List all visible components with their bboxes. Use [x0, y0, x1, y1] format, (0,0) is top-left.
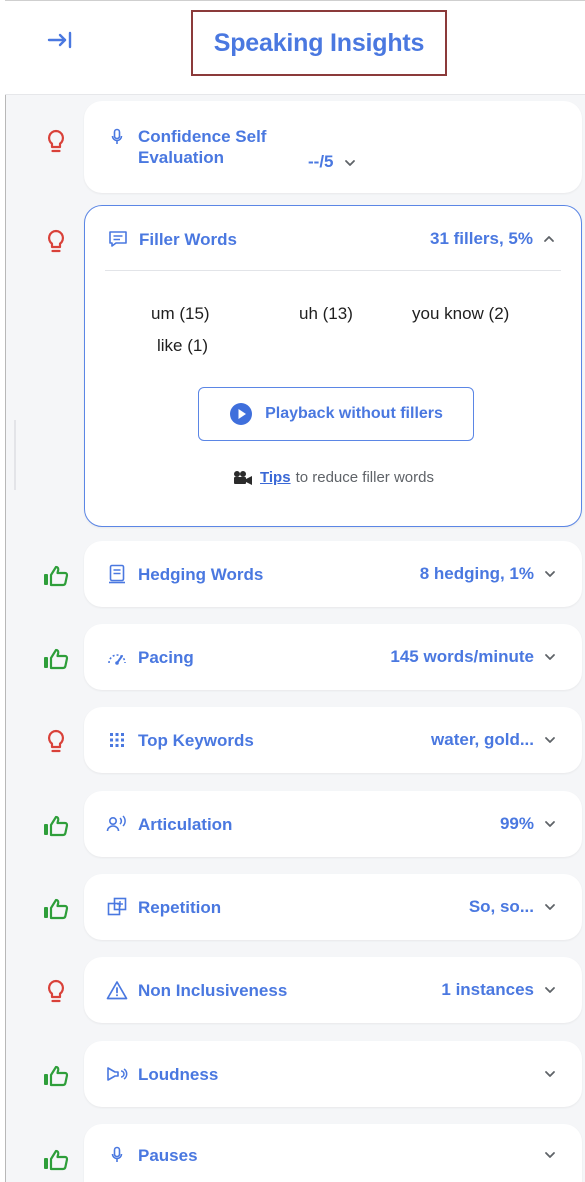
insight-header-repetition[interactable]: Repetition So, so...	[84, 874, 582, 940]
insight-header-confidence[interactable]: Confidence Self Evaluation --/5	[84, 101, 582, 193]
insight-card-non-inclusiveness: Non Inclusiveness 1 instances	[84, 957, 582, 1023]
insight-label: Top Keywords	[138, 730, 254, 750]
insight-header-top-keywords[interactable]: Top Keywords water, gold...	[84, 707, 582, 773]
insight-card-pacing: Pacing 145 words/minute	[84, 624, 582, 690]
warning-icon	[106, 979, 128, 1001]
insight-value: So, so...	[468, 897, 534, 916]
insight-header-non-inclusiveness[interactable]: Non Inclusiveness 1 instances	[84, 957, 582, 1023]
insight-header-loudness[interactable]: Loudness	[84, 1041, 582, 1107]
play-circle-icon	[230, 403, 253, 425]
insight-label: Pacing	[138, 647, 194, 667]
insight-label: Repetition	[138, 897, 222, 917]
filler-word-item: you know (2)	[412, 304, 510, 323]
filler-word-item: um (15)	[151, 304, 210, 323]
microphone-icon	[106, 1144, 128, 1166]
filler-word-item: uh (13)	[299, 304, 353, 323]
insight-value: 145 words/minute	[390, 647, 534, 666]
tips-link[interactable]: Tips	[260, 469, 291, 486]
repeat-squares-icon	[106, 896, 128, 918]
thumbs-up-icon	[42, 812, 70, 840]
insight-label: Non Inclusiveness	[138, 980, 288, 1000]
insight-card-loudness: Loudness	[84, 1041, 582, 1107]
chevron-up-icon	[544, 236, 554, 242]
insight-value: --/5	[308, 152, 334, 171]
chevron-down-icon	[545, 987, 555, 993]
insight-label: Filler Words	[139, 229, 237, 249]
speedometer-icon	[106, 646, 128, 668]
video-camera-icon	[234, 470, 252, 485]
tip-lightbulb-icon	[42, 978, 70, 1006]
insight-header-pauses[interactable]: Pauses	[84, 1124, 582, 1182]
insight-header-hedging-words[interactable]: Hedging Words 8 hedging, 1%	[84, 541, 582, 607]
megaphone-icon	[106, 1063, 128, 1085]
side-rule	[14, 420, 16, 490]
thumbs-up-icon	[42, 1062, 70, 1090]
chevron-down-icon	[545, 1152, 555, 1158]
thumbs-up-icon	[42, 895, 70, 923]
tips-row: Tips to reduce filler words	[85, 469, 581, 486]
thumbs-up-icon	[42, 645, 70, 673]
insight-label: Confidence Self Evaluation	[138, 127, 267, 167]
insight-value: 8 hedging, 1%	[419, 564, 534, 583]
playback-label: Playback without fillers	[265, 405, 443, 422]
insight-header-pacing[interactable]: Pacing 145 words/minute	[84, 624, 582, 690]
thumbs-up-icon	[42, 1146, 70, 1174]
page-title: Speaking Insights	[213, 28, 425, 57]
thumbs-up-icon	[42, 562, 70, 590]
insight-card-hedging-words: Hedging Words 8 hedging, 1%	[84, 541, 582, 607]
insight-card-top-keywords: Top Keywords water, gold...	[84, 707, 582, 773]
insight-label: Loudness	[138, 1064, 219, 1084]
filler-word-item: like (1)	[157, 336, 209, 355]
microphone-icon	[106, 126, 128, 148]
insight-value: 99%	[499, 814, 534, 833]
chevron-down-icon	[545, 571, 555, 577]
chevron-down-icon	[545, 904, 555, 910]
chevron-down-icon	[545, 737, 555, 743]
collapse-right-icon	[47, 31, 72, 49]
speaker-person-icon	[106, 813, 128, 835]
grid-icon	[106, 729, 128, 751]
insight-card-pauses: Pauses	[84, 1124, 582, 1182]
insight-header-articulation[interactable]: Articulation 99%	[84, 791, 582, 857]
chevron-down-icon	[545, 821, 555, 827]
insight-value: water, gold...	[431, 730, 534, 749]
insight-label: Articulation	[138, 814, 233, 834]
chevron-down-icon	[545, 1071, 555, 1077]
playback-without-fillers-button[interactable]: Playback without fillers	[198, 387, 474, 441]
tips-text: to reduce filler words	[295, 469, 434, 486]
insight-card-articulation: Articulation 99%	[84, 791, 582, 857]
collapse-panel-button[interactable]	[41, 25, 81, 55]
tip-lightbulb-icon	[42, 228, 70, 256]
insight-value: 31 fillers, 5%	[429, 229, 533, 248]
insight-label: Pauses	[138, 1145, 198, 1165]
chevron-down-icon	[545, 654, 555, 660]
tip-lightbulb-icon	[42, 128, 70, 156]
title-box: Speaking Insights	[191, 10, 447, 76]
panel-header: Speaking Insights	[5, 0, 585, 95]
insight-card-filler-words: Filler Words 31 fillers, 5% um (15) uh (…	[84, 205, 582, 527]
insight-label: Hedging Words	[138, 564, 264, 584]
tip-lightbulb-icon	[42, 728, 70, 756]
insight-header-filler-words[interactable]: Filler Words 31 fillers, 5%	[85, 206, 581, 272]
card-divider	[105, 270, 561, 271]
message-icon	[107, 228, 129, 250]
insight-value: 1 instances	[441, 980, 534, 999]
insight-card-confidence: Confidence Self Evaluation --/5	[84, 101, 582, 193]
insight-card-repetition: Repetition So, so...	[84, 874, 582, 940]
document-icon	[106, 563, 128, 585]
chevron-down-icon	[344, 160, 355, 166]
